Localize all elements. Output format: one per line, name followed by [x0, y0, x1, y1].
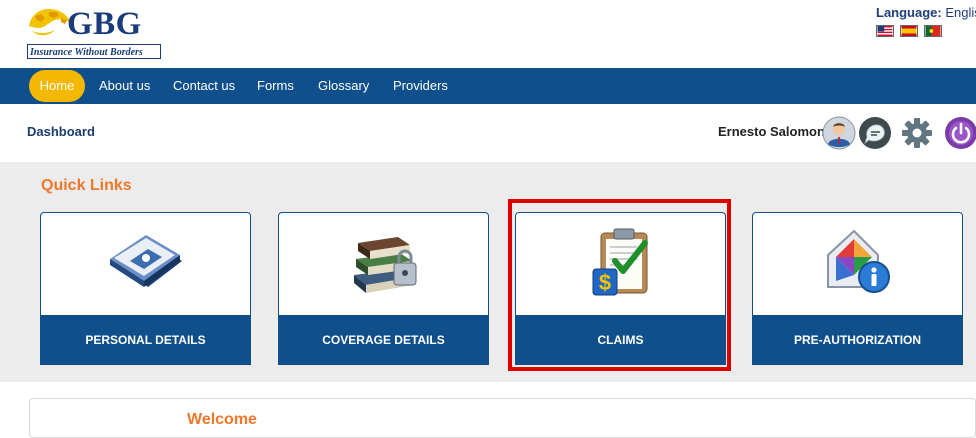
language-value: English	[945, 5, 976, 20]
quick-links-panel: Quick Links PERSONAL DETAILS COVERAGE DE…	[0, 162, 976, 382]
language-flags	[876, 25, 946, 37]
coverage-details-card[interactable]: COVERAGE DETAILS	[278, 212, 489, 365]
gbg-logo[interactable]: GBG Insurance Without Borders	[27, 6, 163, 62]
logo-tagline: Insurance Without Borders	[27, 44, 161, 59]
portugal-flag-icon[interactable]	[924, 25, 942, 37]
svg-text:$: $	[598, 270, 610, 295]
nav-providers[interactable]: Providers	[393, 68, 448, 104]
power-icon[interactable]	[944, 116, 976, 150]
claims-card[interactable]: $ CLAIMS	[515, 212, 726, 365]
nav-contact-us[interactable]: Contact us	[173, 68, 235, 104]
nav-glossary[interactable]: Glossary	[318, 68, 369, 104]
personal-details-card[interactable]: PERSONAL DETAILS	[40, 212, 251, 365]
card-image	[41, 213, 250, 315]
settings-gear-icon[interactable]	[900, 116, 934, 150]
books-lock-icon	[353, 237, 416, 293]
logo-wordmark: GBG	[67, 6, 142, 42]
us-flag-icon[interactable]	[876, 25, 894, 37]
spain-flag-icon[interactable]	[900, 25, 918, 37]
quick-links-title: Quick Links	[41, 177, 132, 194]
user-name: Ernesto Salomon	[718, 124, 825, 139]
pre-authorization-card[interactable]: PRE-AUTHORIZATION	[752, 212, 963, 365]
house-info-icon	[826, 229, 890, 293]
chat-icon[interactable]	[858, 116, 892, 150]
nav-forms[interactable]: Forms	[257, 68, 294, 104]
card-image: $	[516, 213, 725, 315]
welcome-title: Welcome	[187, 411, 257, 428]
welcome-panel: Welcome	[29, 398, 976, 438]
contact-book-icon	[109, 235, 182, 287]
main-nav: Home About us Contact us Forms Glossary …	[0, 68, 976, 104]
language-selector[interactable]: Language: English	[876, 5, 976, 20]
language-label: Language:	[876, 5, 942, 20]
header: GBG Insurance Without Borders Language: …	[0, 0, 976, 68]
card-label: PERSONAL DETAILS	[41, 315, 250, 364]
card-label: CLAIMS	[516, 315, 725, 364]
nav-about-us[interactable]: About us	[99, 68, 150, 104]
page-title: Dashboard	[27, 124, 95, 139]
nav-home[interactable]: Home	[29, 70, 85, 102]
card-label: COVERAGE DETAILS	[279, 315, 488, 364]
clipboard-money-icon: $	[592, 228, 648, 296]
user-avatar-icon[interactable]	[822, 116, 856, 150]
card-image	[753, 213, 962, 315]
dashboard-bar: Dashboard Ernesto Salomon	[0, 104, 976, 162]
card-label: PRE-AUTHORIZATION	[753, 315, 962, 364]
card-image	[279, 213, 488, 315]
